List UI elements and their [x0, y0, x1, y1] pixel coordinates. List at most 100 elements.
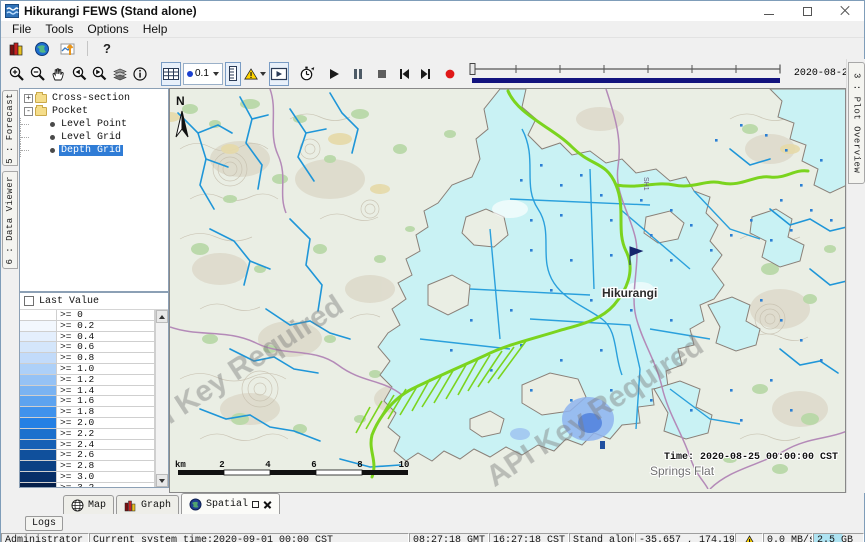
record-button[interactable]: [442, 62, 458, 86]
step-back-button[interactable]: [396, 62, 412, 86]
road-label: SH1: [642, 177, 649, 191]
close-button[interactable]: [826, 1, 864, 21]
tab-graph[interactable]: Graph: [116, 495, 179, 514]
pan-hand-icon: [50, 66, 66, 82]
timeseries-chart-icon: [60, 41, 77, 57]
legend-row: >= 1.2: [20, 375, 155, 386]
map-display-button[interactable]: [31, 40, 53, 58]
maximize-panel-icon[interactable]: [252, 501, 259, 508]
bullet-icon: [50, 148, 55, 153]
gauge-display-button[interactable]: [225, 62, 241, 86]
pan-button[interactable]: [49, 62, 67, 86]
tab-spatial[interactable]: Spatial: [181, 493, 280, 514]
status-bar: Administrator Current system time:2020-0…: [1, 533, 864, 542]
info-button[interactable]: [131, 62, 149, 86]
scroll-up-button[interactable]: [156, 310, 168, 323]
animation-settings-button[interactable]: [297, 62, 316, 86]
layers-button[interactable]: [111, 62, 129, 86]
zoom-previous-icon: [70, 65, 87, 82]
expand-icon[interactable]: +: [24, 94, 33, 103]
tree-connector: [20, 131, 50, 144]
legend-scrollbar[interactable]: [155, 310, 168, 487]
close-panel-icon[interactable]: [263, 500, 272, 509]
town-label: Hikurangi: [602, 286, 657, 300]
zoom-previous-button[interactable]: [69, 62, 88, 86]
minimize-button[interactable]: [750, 1, 788, 21]
tree-item-depth-grid[interactable]: Depth Grid: [20, 144, 168, 157]
legend-row: >= 2.2: [20, 429, 155, 440]
collapse-icon[interactable]: -: [24, 107, 33, 116]
tree-item-level-point[interactable]: Level Point: [20, 118, 168, 131]
tab-map[interactable]: Map: [63, 495, 114, 514]
step-forward-button[interactable]: [418, 62, 434, 86]
window-title: Hikurangi FEWS (Stand alone): [24, 4, 197, 18]
tree-connector: [20, 144, 50, 157]
map-time-label: Time: 2020-08-25 00:00:00 CST: [664, 451, 838, 463]
threshold-dropdown[interactable]: 0.1: [183, 63, 223, 85]
tab-forecast[interactable]: 5 : Forecast: [2, 90, 18, 166]
timeline-slider[interactable]: [468, 62, 786, 86]
database-display-button[interactable]: [5, 40, 27, 58]
tree-item-cross-section[interactable]: + Cross-section: [20, 92, 168, 105]
help-icon: ?: [103, 41, 111, 56]
zoom-in-icon: [8, 65, 25, 82]
zoom-in-button[interactable]: [7, 62, 26, 86]
maximize-button[interactable]: [788, 1, 826, 21]
legend-row: >= 0.2: [20, 321, 155, 332]
logs-button[interactable]: Logs: [25, 516, 63, 531]
step-back-icon: [397, 67, 411, 81]
last-value-checkbox[interactable]: [24, 296, 34, 306]
classbreak-dot-icon: [187, 71, 193, 77]
play-icon: [327, 67, 341, 81]
timeline-period-bar: [472, 78, 780, 83]
gauge-icon: [226, 65, 240, 82]
bar-chart-icon: [8, 41, 24, 57]
bottom-tab-bar: Map Graph Spatial: [1, 493, 864, 514]
toolbar-separator: [87, 41, 88, 56]
title-bar: Hikurangi FEWS (Stand alone): [1, 1, 864, 21]
help-button[interactable]: ?: [96, 40, 118, 58]
animation-window-button[interactable]: [269, 62, 289, 86]
thresholds-warning-button[interactable]: [243, 62, 267, 86]
pause-icon: [351, 67, 365, 81]
last-value-checkbox-row[interactable]: Last Value: [20, 293, 168, 310]
zoom-next-button[interactable]: [90, 62, 109, 86]
menu-tools[interactable]: Tools: [38, 21, 80, 37]
zoom-out-button[interactable]: [28, 62, 47, 86]
bullet-icon: [50, 135, 55, 140]
right-tab-strip: 3 : Plot Overview: [846, 59, 865, 493]
globe-icon: [189, 498, 202, 511]
status-warning[interactable]: [735, 533, 763, 542]
boxed-play-icon: [270, 66, 288, 82]
menu-options[interactable]: Options: [80, 21, 135, 37]
scroll-down-button[interactable]: [156, 474, 168, 487]
svg-text:6: 6: [311, 460, 316, 470]
arrow-up-icon: [159, 315, 165, 319]
svg-text:km: km: [175, 460, 186, 470]
bullet-icon: [50, 122, 55, 127]
zoom-next-icon: [91, 65, 108, 82]
tab-plot-overview[interactable]: 3 : Plot Overview: [848, 62, 865, 184]
info-icon: [132, 66, 148, 82]
stop-button[interactable]: [374, 62, 390, 86]
svg-text:8: 8: [357, 460, 362, 470]
grid-display-button[interactable]: [161, 62, 181, 86]
pause-button[interactable]: [350, 62, 366, 86]
status-mode: Stand alone: [569, 533, 635, 542]
menu-help[interactable]: Help: [136, 21, 175, 37]
folder-icon: [35, 107, 47, 116]
menu-bar: File Tools Options Help: [1, 21, 864, 38]
legend-row: >= 3.2: [20, 483, 155, 487]
map-graphics: [170, 89, 846, 489]
tree-item-level-grid[interactable]: Level Grid: [20, 131, 168, 144]
tree-item-pocket[interactable]: - Pocket: [20, 105, 168, 118]
tab-data-viewer[interactable]: 6 : Data Viewer: [2, 171, 18, 269]
menu-file[interactable]: File: [5, 21, 38, 37]
step-forward-icon: [419, 67, 433, 81]
legend-panel: Last Value >= 0 >= 0.2 >= 0.4 >= 0.6 >= …: [19, 292, 169, 488]
timeseries-display-button[interactable]: [57, 40, 79, 58]
map-view[interactable]: API Key Required API Key Required N Hiku…: [169, 88, 846, 493]
layers-icon: [112, 66, 128, 82]
play-button[interactable]: [326, 62, 342, 86]
threshold-value: 0.1: [195, 68, 209, 79]
